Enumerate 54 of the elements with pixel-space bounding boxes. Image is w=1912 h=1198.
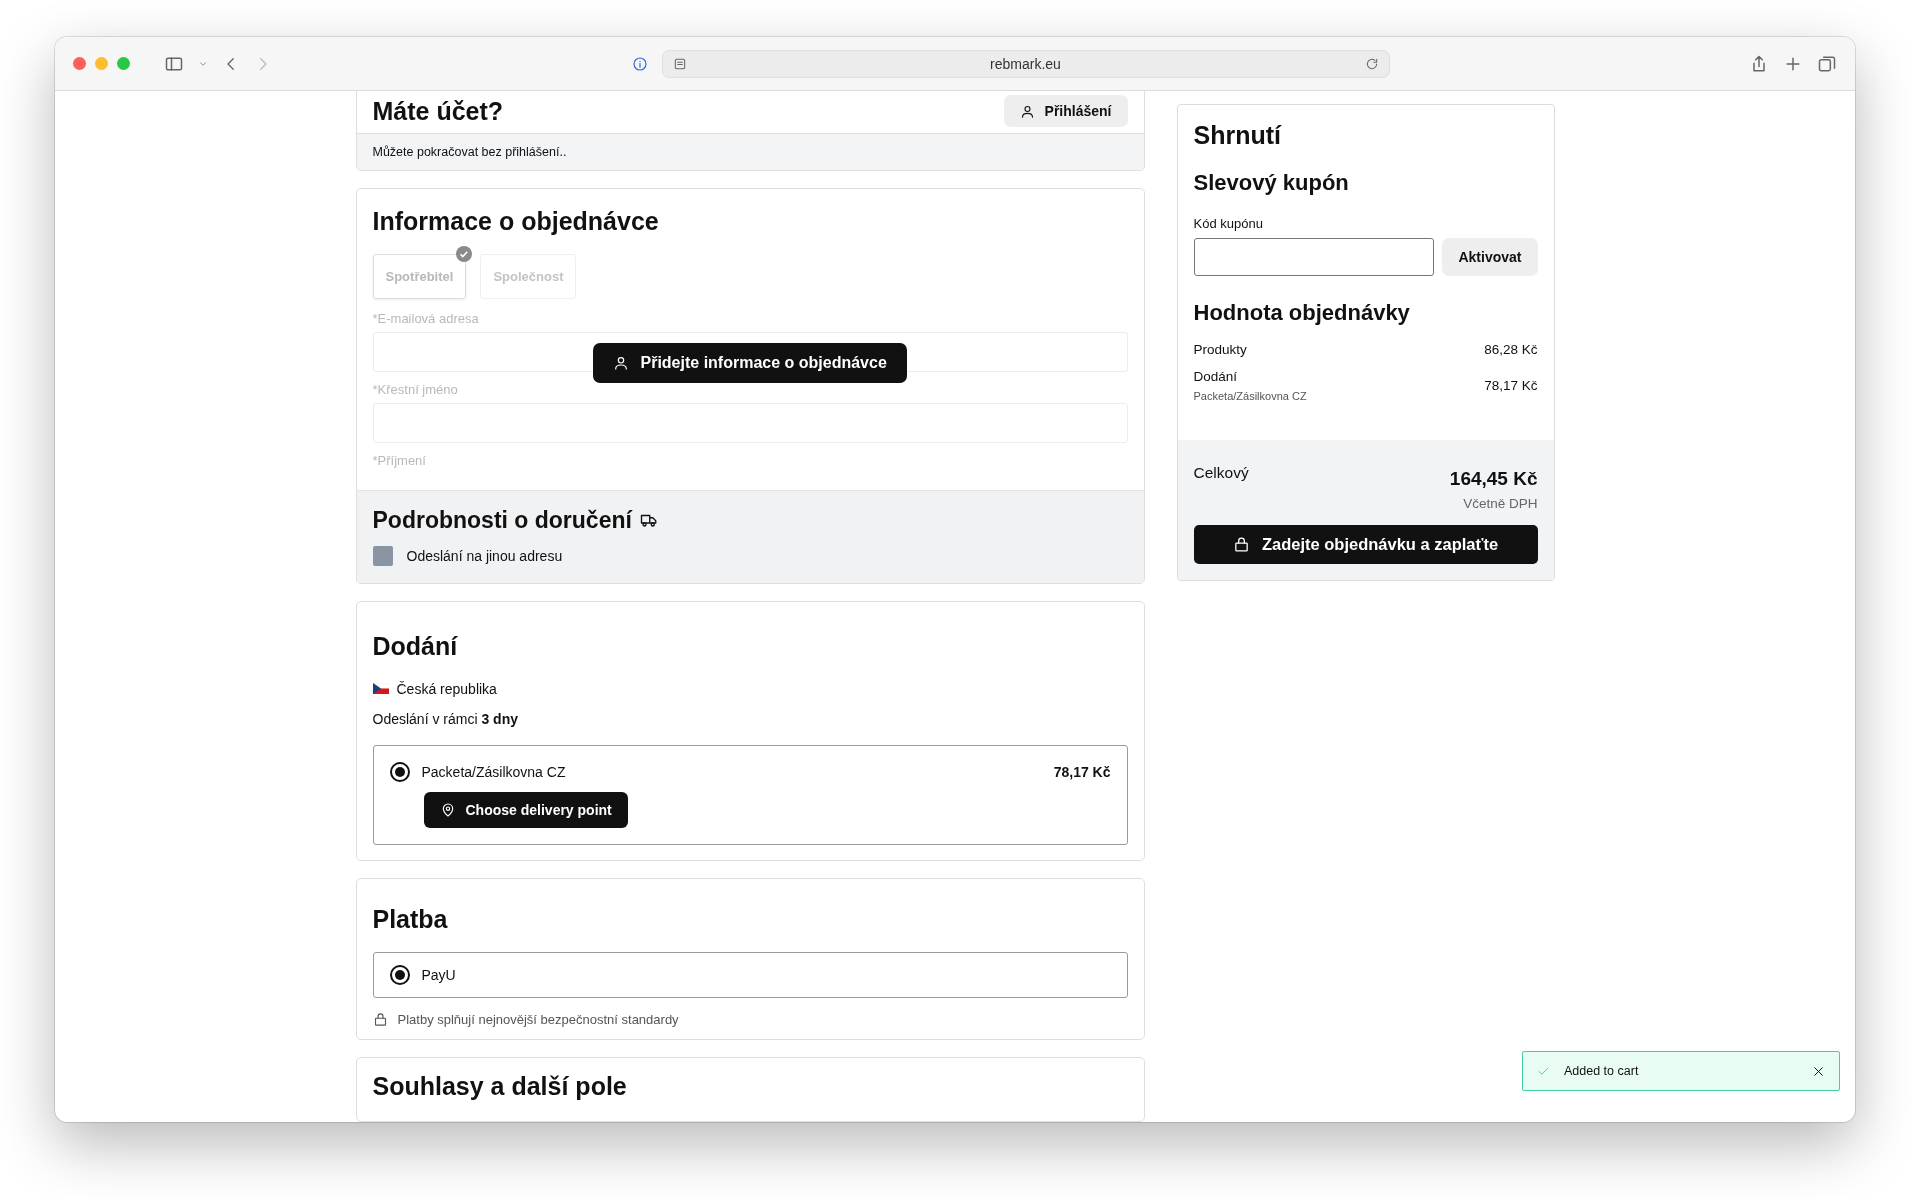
- toast-message: Added to cart: [1564, 1064, 1639, 1078]
- country-name: Česká republika: [396, 680, 497, 697]
- field-label: *Křestní jméno: [372, 381, 459, 397]
- section-title: Hodnota objednávky: [1193, 300, 1411, 326]
- card-title: Dodání: [372, 631, 459, 661]
- section-title: Podrobnosti o doručení: [372, 506, 632, 534]
- option-price: 78,17 Kč: [1053, 763, 1111, 780]
- lock-icon: [1232, 536, 1250, 553]
- page-icon: [672, 56, 687, 71]
- checkbox[interactable]: [372, 545, 393, 566]
- add-order-info-button[interactable]: Přidejte informace o objednávce: [592, 342, 907, 383]
- shipping-option[interactable]: Packeta/Zásilkovna CZ 78,17 Kč Choose delivery point: [372, 744, 1128, 845]
- field-label: Kód kupónu: [1193, 216, 1264, 231]
- card-title: Platba: [372, 905, 449, 935]
- address-bar[interactable]: rebmark.eu: [661, 49, 1390, 78]
- user-icon: [1019, 103, 1035, 119]
- info-icon: [631, 55, 648, 72]
- close-window-button[interactable]: [73, 57, 86, 70]
- lock-icon: [372, 1012, 388, 1028]
- check-badge-icon: [456, 245, 473, 262]
- card-title: Shrnutí: [1193, 121, 1283, 150]
- line-sublabel: Packeta/Zásilkovna CZ: [1193, 390, 1307, 402]
- total-label: Celkový: [1193, 464, 1249, 483]
- field-label: *E-mailová adresa: [372, 310, 480, 326]
- shipping-note: Odeslání v rámci 3 dny: [372, 710, 519, 727]
- login-button[interactable]: Přihlášení: [1003, 95, 1128, 127]
- user-icon: [612, 354, 629, 371]
- tax-note: Včetně DPH: [1462, 496, 1538, 511]
- checkbox-label: Odeslání na jinou adresu: [406, 547, 563, 564]
- radio-button[interactable]: [389, 965, 410, 986]
- section-title: Slevový kupón: [1193, 170, 1350, 196]
- card-title: Souhlasy a další pole: [372, 1072, 628, 1102]
- radio-button[interactable]: [389, 761, 410, 782]
- close-button[interactable]: [1812, 1064, 1825, 1078]
- line-value: 78,17 Kč: [1484, 378, 1538, 393]
- activate-button[interactable]: Aktivovat: [1442, 238, 1538, 276]
- reload-icon: [1364, 56, 1379, 71]
- choose-delivery-point-button[interactable]: Choose delivery point: [423, 791, 628, 828]
- option-name: PayU: [421, 967, 456, 984]
- coupon-input[interactable]: [1193, 238, 1435, 276]
- card-title: Informace o objednávce: [372, 206, 660, 236]
- option-name: Packeta/Zásilkovna CZ: [421, 763, 566, 780]
- card-title: Máte účet?: [372, 96, 504, 126]
- field-label: *Příjmení: [372, 452, 427, 468]
- line-label: Produkty: [1193, 342, 1247, 357]
- checkout-button[interactable]: Zadejte objednávku a zaplaťte: [1193, 525, 1538, 564]
- close-icon: [1812, 1064, 1825, 1078]
- security-note: Platby splňují nejnovější bezpečnostní standardy: [397, 1012, 679, 1028]
- payment-option[interactable]: PayU: [372, 952, 1128, 999]
- flag-icon: [372, 683, 389, 695]
- line-value: 86,28 Kč: [1484, 342, 1538, 357]
- total-value: 164,45 Kč: [1449, 468, 1538, 490]
- login-note: Můžete pokračovat bez přihlášení..: [356, 133, 1144, 170]
- line-label: Dodání: [1193, 369, 1239, 384]
